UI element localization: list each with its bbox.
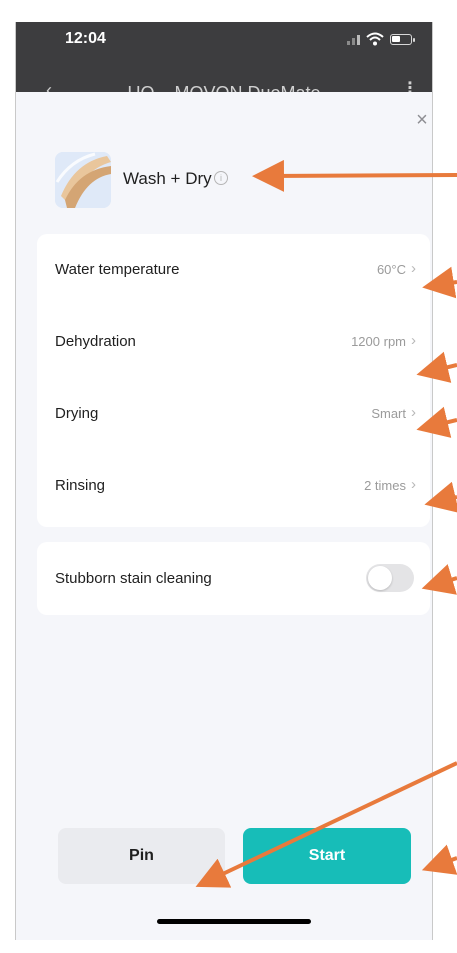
annotation-arrow <box>422 266 457 299</box>
annotation-arrow <box>416 406 457 438</box>
annotation-arrow <box>416 351 457 383</box>
annotation-arrow <box>424 481 457 513</box>
annotation-overlay <box>195 159 457 888</box>
annotation-arrow <box>252 159 457 192</box>
annotation-arrow <box>195 761 457 888</box>
annotation-arrow <box>421 844 457 875</box>
annotation-arrow <box>421 564 457 595</box>
